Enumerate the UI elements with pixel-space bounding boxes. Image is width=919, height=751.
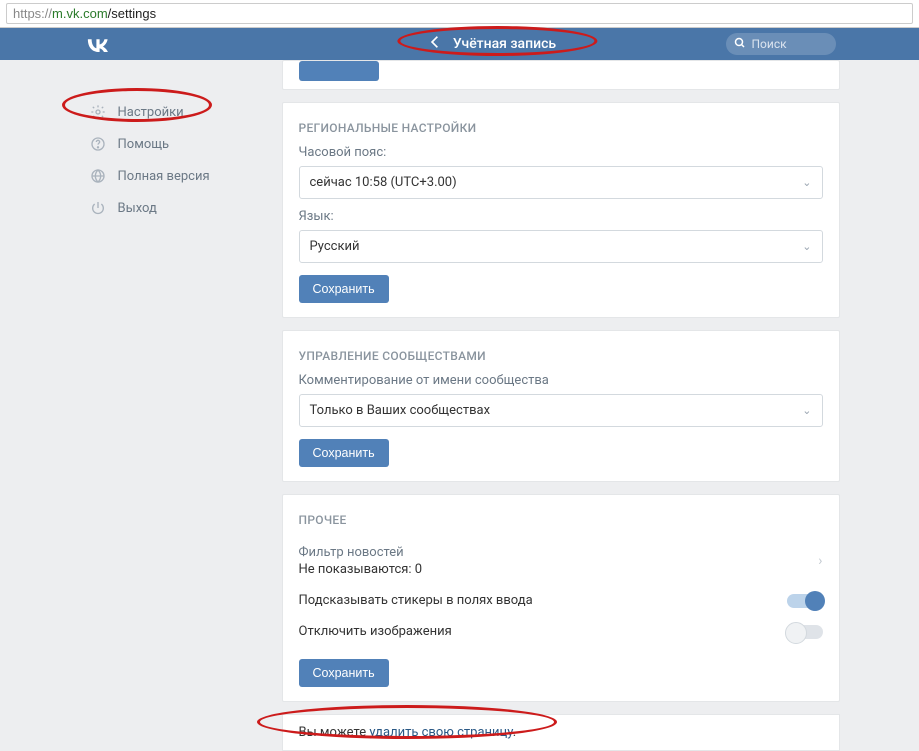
- save-button[interactable]: Сохранить: [299, 275, 389, 303]
- images-toggle[interactable]: [787, 625, 823, 639]
- url-protocol: https://: [13, 6, 52, 21]
- timezone-label: Часовой пояс:: [299, 145, 823, 160]
- search-placeholder: Поиск: [752, 37, 787, 51]
- help-icon: [90, 136, 106, 152]
- power-icon: [90, 200, 106, 216]
- chevron-down-icon: ⌄: [802, 176, 811, 189]
- browser-address-bar: https://m.vk.com/settings: [0, 0, 919, 28]
- news-filter-label: Фильтр новостей: [299, 545, 819, 560]
- sidebar-item-label: Полная версия: [118, 169, 210, 184]
- url-host: m.vk.com: [52, 6, 108, 21]
- chevron-down-icon: ⌄: [802, 404, 811, 417]
- stickers-toggle[interactable]: [787, 594, 823, 608]
- sidebar-item-label: Выход: [118, 201, 157, 216]
- sidebar-item-label: Помощь: [118, 137, 170, 152]
- images-label: Отключить изображения: [299, 624, 787, 639]
- page-title: Учётная запись: [453, 36, 556, 52]
- search-icon: [734, 37, 746, 52]
- search-input[interactable]: Поиск: [726, 33, 836, 55]
- section-title: РЕГИОНАЛЬНЫЕ НАСТРОЙКИ: [299, 121, 823, 135]
- save-button[interactable]: Сохранить: [299, 439, 389, 467]
- other-card: ПРОЧЕЕ Фильтр новостей Не показываются: …: [282, 494, 840, 702]
- language-value: Русский: [310, 239, 360, 254]
- language-label: Язык:: [299, 209, 823, 224]
- stickers-label: Подсказывать стикеры в полях ввода: [299, 593, 787, 608]
- url-bar[interactable]: https://m.vk.com/settings: [6, 3, 913, 24]
- back-arrow-icon[interactable]: [427, 34, 443, 54]
- globe-icon: [90, 168, 106, 184]
- sidebar: Настройки Помощь Полная версия Выход: [80, 60, 270, 751]
- save-button-truncated[interactable]: [299, 61, 379, 81]
- news-filter-row[interactable]: Фильтр новостей Не показываются: 0 ›: [299, 537, 823, 585]
- delete-account-footer: Вы можете удалить свою страницу.: [282, 714, 840, 751]
- sidebar-item-logout[interactable]: Выход: [80, 192, 270, 224]
- comment-as-value: Только в Ваших сообществах: [310, 403, 491, 418]
- section-title: ПРОЧЕЕ: [299, 513, 823, 527]
- sidebar-item-full-version[interactable]: Полная версия: [80, 160, 270, 192]
- section-title: УПРАВЛЕНИЕ СООБЩЕСТВАМИ: [299, 349, 823, 363]
- images-toggle-row: Отключить изображения: [299, 616, 823, 647]
- chevron-right-icon: ›: [818, 553, 822, 569]
- footer-suffix: .: [513, 725, 516, 740]
- sidebar-item-help[interactable]: Помощь: [80, 128, 270, 160]
- comment-as-select[interactable]: Только в Ваших сообществах ⌄: [299, 394, 823, 427]
- delete-page-link[interactable]: удалить свою страницу: [369, 725, 512, 740]
- stickers-toggle-row: Подсказывать стикеры в полях ввода: [299, 585, 823, 616]
- vk-logo[interactable]: [84, 36, 112, 52]
- timezone-select[interactable]: сейчас 10:58 (UTC+3.00) ⌄: [299, 166, 823, 199]
- timezone-value: сейчас 10:58 (UTC+3.00): [310, 175, 457, 190]
- sidebar-item-settings[interactable]: Настройки: [80, 96, 270, 128]
- comment-as-label: Комментирование от имени сообщества: [299, 373, 823, 388]
- chevron-down-icon: ⌄: [802, 240, 811, 253]
- news-filter-value: Не показываются: 0: [299, 562, 819, 577]
- footer-prefix: Вы можете: [299, 725, 370, 740]
- topbar: Учётная запись Поиск: [0, 28, 919, 60]
- language-select[interactable]: Русский ⌄: [299, 230, 823, 263]
- communities-card: УПРАВЛЕНИЕ СООБЩЕСТВАМИ Комментирование …: [282, 330, 840, 482]
- regional-settings-card: РЕГИОНАЛЬНЫЕ НАСТРОЙКИ Часовой пояс: сей…: [282, 102, 840, 318]
- gear-icon: [90, 104, 106, 120]
- sidebar-item-label: Настройки: [118, 105, 184, 120]
- save-button[interactable]: Сохранить: [299, 659, 389, 687]
- url-path: /settings: [108, 6, 156, 21]
